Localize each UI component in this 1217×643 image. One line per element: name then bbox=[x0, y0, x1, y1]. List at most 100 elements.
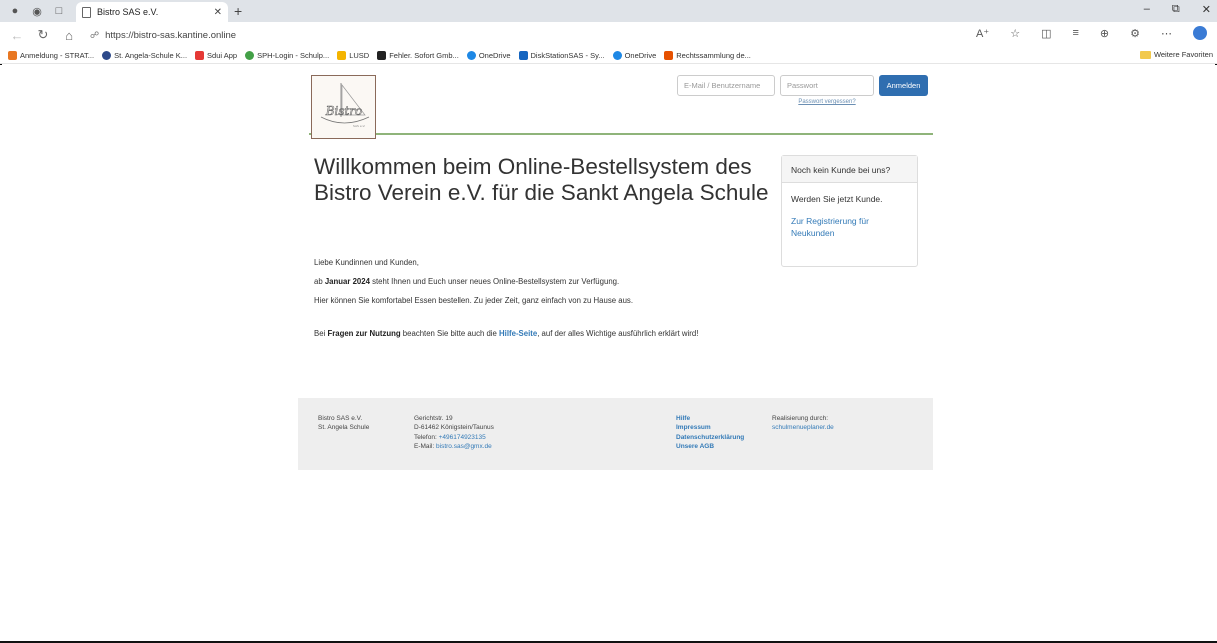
back-icon[interactable]: ← bbox=[8, 26, 26, 44]
restore-icon[interactable]: ⧉ bbox=[1172, 3, 1180, 16]
page-icon bbox=[82, 6, 91, 18]
intro-text: Liebe Kundinnen und Kunden, ab Januar 20… bbox=[314, 258, 698, 348]
highlight-date: Januar 2024 bbox=[324, 277, 370, 286]
extensions-icon[interactable]: ⚙ bbox=[1130, 27, 1140, 40]
email-label: E-Mail: bbox=[414, 442, 437, 450]
read-aloud-icon[interactable]: A⁺ bbox=[976, 27, 989, 40]
new-customer-panel: Noch kein Kunde bei uns? Werden Sie jetz… bbox=[781, 155, 918, 267]
favorite-label: OneDrive bbox=[478, 51, 511, 60]
favicon bbox=[245, 51, 255, 60]
help-line: Bei Fragen zur Nutzung beachten Sie bitt… bbox=[314, 329, 698, 338]
login-button[interactable]: Anmelden bbox=[879, 75, 928, 96]
close-window-icon[interactable]: ✕ bbox=[1202, 3, 1211, 16]
password-group: Passwort Passwort vergessen? bbox=[780, 75, 874, 105]
panel-text: Werden Sie jetzt Kunde. bbox=[791, 194, 883, 204]
favorite-item[interactable]: SPH-Login - Schulp... bbox=[245, 51, 329, 60]
minimize-icon[interactable]: – bbox=[1144, 3, 1150, 16]
browser-toolbar: A⁺ ☆ ◫ ≡ ⊕ ⚙ ⋯ bbox=[976, 26, 1207, 40]
favorites-bar: Anmeldung - STRAT... St. Angela-Schule K… bbox=[0, 48, 1217, 64]
favorite-label: LUSD bbox=[349, 51, 370, 60]
favicon bbox=[8, 51, 17, 60]
phone-line: Telefon: +496174923135 bbox=[414, 433, 494, 442]
help-bold: Fragen zur Nutzung bbox=[327, 329, 401, 338]
realized-by: Realisierung durch: bbox=[772, 415, 829, 422]
imprint-link[interactable]: Impressum bbox=[676, 423, 744, 432]
favorite-label: St. Angela-Schule K... bbox=[114, 51, 188, 60]
footer-credits: Realisierung durch: schulmenueplaner.de bbox=[772, 414, 834, 433]
city: D-61462 Königstein/Taunus bbox=[414, 424, 494, 432]
terms-link[interactable]: Unsere AGB bbox=[676, 442, 744, 451]
realized-link[interactable]: schulmenueplaner.de bbox=[772, 424, 834, 431]
favorite-star-icon[interactable]: ☆ bbox=[1010, 27, 1020, 40]
phone-link[interactable]: +496174923135 bbox=[439, 434, 486, 441]
favorites-icon[interactable]: ≡ bbox=[1072, 27, 1078, 39]
org-name: Bistro SAS e.V. bbox=[318, 415, 363, 422]
address-bar: ← ↻ ⌂ ☍ https://bistro-sas.kantine.onlin… bbox=[0, 22, 1217, 48]
privacy-link[interactable]: Datenschutzerklärung bbox=[676, 433, 744, 442]
panel-heading: Noch kein Kunde bei uns? bbox=[782, 156, 917, 183]
profile-icon[interactable]: ● bbox=[8, 4, 22, 18]
bistro-logo[interactable]: Bistro SAS e.V. bbox=[311, 75, 376, 139]
help-link[interactable]: Hilfe bbox=[676, 414, 744, 423]
collections-icon[interactable]: ◉ bbox=[30, 4, 44, 18]
favicon bbox=[612, 51, 622, 60]
favorite-item[interactable]: LUSD bbox=[337, 51, 369, 60]
favorite-item[interactable]: OneDrive bbox=[466, 51, 511, 60]
browser-tab[interactable]: Bistro SAS e.V. ✕ bbox=[76, 2, 228, 22]
url-field[interactable]: ☍ https://bistro-sas.kantine.online bbox=[90, 30, 236, 41]
new-tab-icon[interactable]: + bbox=[234, 3, 242, 19]
phone-label: Telefon: bbox=[414, 433, 439, 441]
svg-text:Bistro: Bistro bbox=[324, 104, 362, 118]
more-icon[interactable]: ⋯ bbox=[1161, 27, 1172, 40]
intro-line-1: ab Januar 2024 steht Ihnen und Euch unse… bbox=[314, 277, 698, 286]
street: Gerichtstr. 19 bbox=[414, 415, 453, 422]
help-page-link[interactable]: Hilfe-Seite bbox=[499, 329, 537, 338]
text: ab bbox=[314, 277, 325, 286]
favorite-item[interactable]: St. Angela-Schule K... bbox=[102, 51, 187, 60]
site-header: Bistro SAS e.V. E-Mail / Benutzername Pa… bbox=[309, 73, 933, 139]
text: , auf der alles Wichtige ausführlich erk… bbox=[537, 329, 699, 338]
home-icon[interactable]: ⌂ bbox=[60, 26, 78, 44]
copilot-icon[interactable] bbox=[1193, 26, 1207, 40]
other-favorites-label: Weitere Favoriten bbox=[1153, 50, 1213, 59]
favorite-label: SPH-Login - Schulp... bbox=[257, 51, 330, 60]
favicon bbox=[518, 51, 528, 60]
split-screen-icon[interactable]: ◫ bbox=[1041, 27, 1051, 40]
favorite-item[interactable]: Anmeldung - STRAT... bbox=[8, 51, 94, 60]
favorite-item[interactable]: Fehler. Sofort Gmb... bbox=[377, 51, 459, 60]
email-field[interactable]: E-Mail / Benutzername bbox=[677, 75, 775, 96]
favorite-label: Rechtssammlung de... bbox=[676, 51, 751, 60]
favicon bbox=[664, 51, 674, 60]
favicon bbox=[466, 51, 476, 60]
forgot-password-link[interactable]: Passwort vergessen? bbox=[798, 99, 855, 105]
favorite-item[interactable]: OneDrive bbox=[612, 51, 656, 60]
site-footer: Bistro SAS e.V. St. Angela Schule Gerich… bbox=[298, 398, 933, 470]
welcome-heading: Willkommen beim Online-Bestellsystem des… bbox=[314, 154, 769, 205]
panel-body: Werden Sie jetzt Kunde. Zur Registrierun… bbox=[782, 183, 917, 250]
text: Bei bbox=[314, 329, 328, 338]
footer-address: Gerichtstr. 19 D-61462 Königstein/Taunus… bbox=[414, 414, 494, 451]
login-form: E-Mail / Benutzername Passwort Passwort … bbox=[677, 75, 928, 105]
greeting: Liebe Kundinnen und Kunden, bbox=[314, 258, 419, 267]
password-field[interactable]: Passwort bbox=[780, 75, 874, 96]
collections-toolbar-icon[interactable]: ⊕ bbox=[1100, 27, 1109, 40]
other-favorites[interactable]: Weitere Favoriten bbox=[1139, 50, 1213, 59]
favorite-item[interactable]: DiskStationSAS - Sy... bbox=[518, 51, 605, 60]
registration-link[interactable]: Zur Registrierung für Neukunden bbox=[791, 215, 908, 239]
intro-line-2: Hier können Sie komfortabel Essen bestel… bbox=[314, 296, 633, 305]
close-tab-icon[interactable]: ✕ bbox=[214, 7, 222, 18]
svg-text:SAS e.V.: SAS e.V. bbox=[353, 124, 366, 128]
favicon bbox=[195, 51, 205, 60]
favorite-item[interactable]: Sdui App bbox=[195, 51, 237, 60]
email-link[interactable]: bistro.sas@gmx.de bbox=[436, 443, 492, 450]
favicon bbox=[102, 51, 112, 60]
url-text: https://bistro-sas.kantine.online bbox=[105, 29, 237, 41]
lock-icon[interactable]: ☍ bbox=[90, 30, 99, 41]
favorite-item[interactable]: Rechtssammlung de... bbox=[664, 51, 751, 60]
footer-org: Bistro SAS e.V. St. Angela Schule bbox=[318, 414, 369, 433]
favorite-label: Fehler. Sofort Gmb... bbox=[389, 51, 459, 60]
tab-actions-icon[interactable]: □ bbox=[52, 4, 66, 18]
folder-icon bbox=[1139, 50, 1151, 59]
web-page: Bistro SAS e.V. E-Mail / Benutzername Pa… bbox=[0, 65, 1217, 641]
refresh-icon[interactable]: ↻ bbox=[34, 26, 52, 44]
